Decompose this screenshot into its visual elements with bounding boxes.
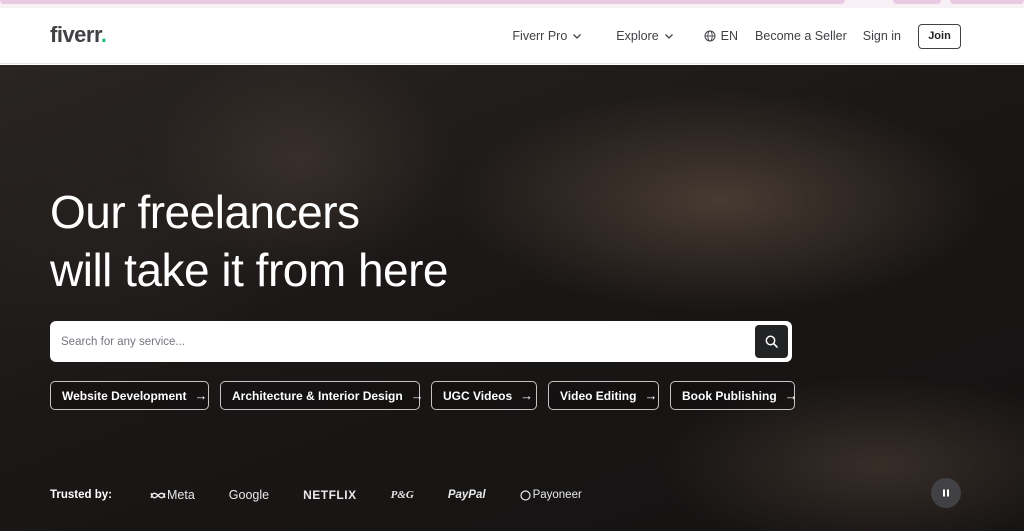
nav-become-seller[interactable]: Become a Seller bbox=[755, 29, 847, 43]
brand-payoneer: Payoneer bbox=[519, 489, 582, 501]
join-button[interactable]: Join bbox=[918, 23, 961, 49]
brand-netflix: NETFLIX bbox=[303, 488, 357, 502]
arrow-right-icon: → bbox=[784, 388, 798, 403]
trusted-by-label: Trusted by: bbox=[50, 489, 112, 501]
brand-pg: P&G bbox=[390, 489, 414, 501]
brand-google: Google bbox=[228, 488, 270, 502]
hero-title-line1: Our freelancers bbox=[50, 186, 360, 238]
chip-label: Book Publishing bbox=[682, 388, 777, 403]
brand-meta: Meta bbox=[150, 488, 195, 502]
hero-title-line2: will take it from here bbox=[50, 244, 449, 296]
chip-video-editing[interactable]: Video Editing → bbox=[548, 381, 659, 410]
hero-section: Our freelancers will take it from here W… bbox=[0, 65, 1024, 531]
search-icon bbox=[765, 335, 778, 348]
chip-architecture-interior-design[interactable]: Architecture & Interior Design → bbox=[220, 381, 424, 410]
top-navigation: fiverr. Fiverr Pro Explore EN Become a S… bbox=[0, 8, 1024, 64]
brand-meta-label: Meta bbox=[166, 488, 195, 502]
promo-bar-segment bbox=[950, 0, 1024, 4]
nav-language-label: EN bbox=[720, 29, 739, 43]
arrow-right-icon: → bbox=[410, 388, 424, 403]
logo-dot: . bbox=[100, 22, 107, 47]
nav-language[interactable]: EN bbox=[704, 29, 738, 43]
hero-title: Our freelancers will take it from here bbox=[50, 183, 449, 299]
nav-sign-in[interactable]: Sign in bbox=[863, 29, 901, 43]
globe-icon bbox=[704, 30, 716, 42]
nav-explore-label: Explore bbox=[616, 29, 659, 43]
arrow-right-icon: → bbox=[194, 388, 208, 403]
chevron-down-icon bbox=[573, 34, 582, 39]
promo-bar bbox=[0, 0, 845, 4]
trusted-by: Trusted by: Meta Google NETFLIX P&G PayP… bbox=[50, 485, 582, 505]
nav-sign-in-label: Sign in bbox=[862, 29, 901, 43]
chip-website-development[interactable]: Website Development → bbox=[50, 381, 209, 410]
meta-logo-icon bbox=[150, 492, 166, 498]
brand-payoneer-label: Payoneer bbox=[532, 489, 582, 501]
chevron-down-icon bbox=[664, 34, 673, 39]
video-pause-button[interactable] bbox=[931, 478, 961, 508]
arrow-right-icon: → bbox=[520, 388, 534, 403]
popular-services: Website Development → Architecture & Int… bbox=[50, 381, 798, 410]
join-button-label: Join bbox=[928, 30, 951, 42]
chip-label: Website Development bbox=[62, 388, 187, 403]
nav-fiverr-pro-label: Fiverr Pro bbox=[512, 29, 568, 43]
fiverr-logo[interactable]: fiverr. bbox=[50, 22, 107, 48]
search-input[interactable] bbox=[50, 321, 750, 362]
promo-bar-segment bbox=[893, 0, 941, 4]
chip-label: UGC Videos bbox=[443, 388, 513, 403]
nav-become-seller-label: Become a Seller bbox=[755, 29, 847, 43]
nav-explore[interactable]: Explore bbox=[616, 29, 673, 43]
chip-ugc-videos[interactable]: UGC Videos → bbox=[431, 381, 537, 410]
nav-fiverr-pro[interactable]: Fiverr Pro bbox=[512, 29, 582, 43]
chip-label: Video Editing bbox=[560, 388, 637, 403]
search-bar bbox=[50, 321, 792, 362]
browser-top-strip bbox=[0, 0, 1024, 8]
payoneer-logo-icon bbox=[519, 489, 531, 501]
arrow-right-icon: → bbox=[644, 388, 658, 403]
brand-paypal: PayPal bbox=[447, 489, 486, 501]
nav-links: Fiverr Pro Explore EN Become a Seller Si… bbox=[512, 8, 1024, 64]
chip-label: Architecture & Interior Design bbox=[232, 388, 403, 403]
chip-book-publishing[interactable]: Book Publishing → bbox=[670, 381, 798, 410]
logo-text: fiverr bbox=[50, 22, 101, 47]
search-button[interactable] bbox=[755, 325, 788, 358]
pause-icon bbox=[943, 489, 949, 497]
